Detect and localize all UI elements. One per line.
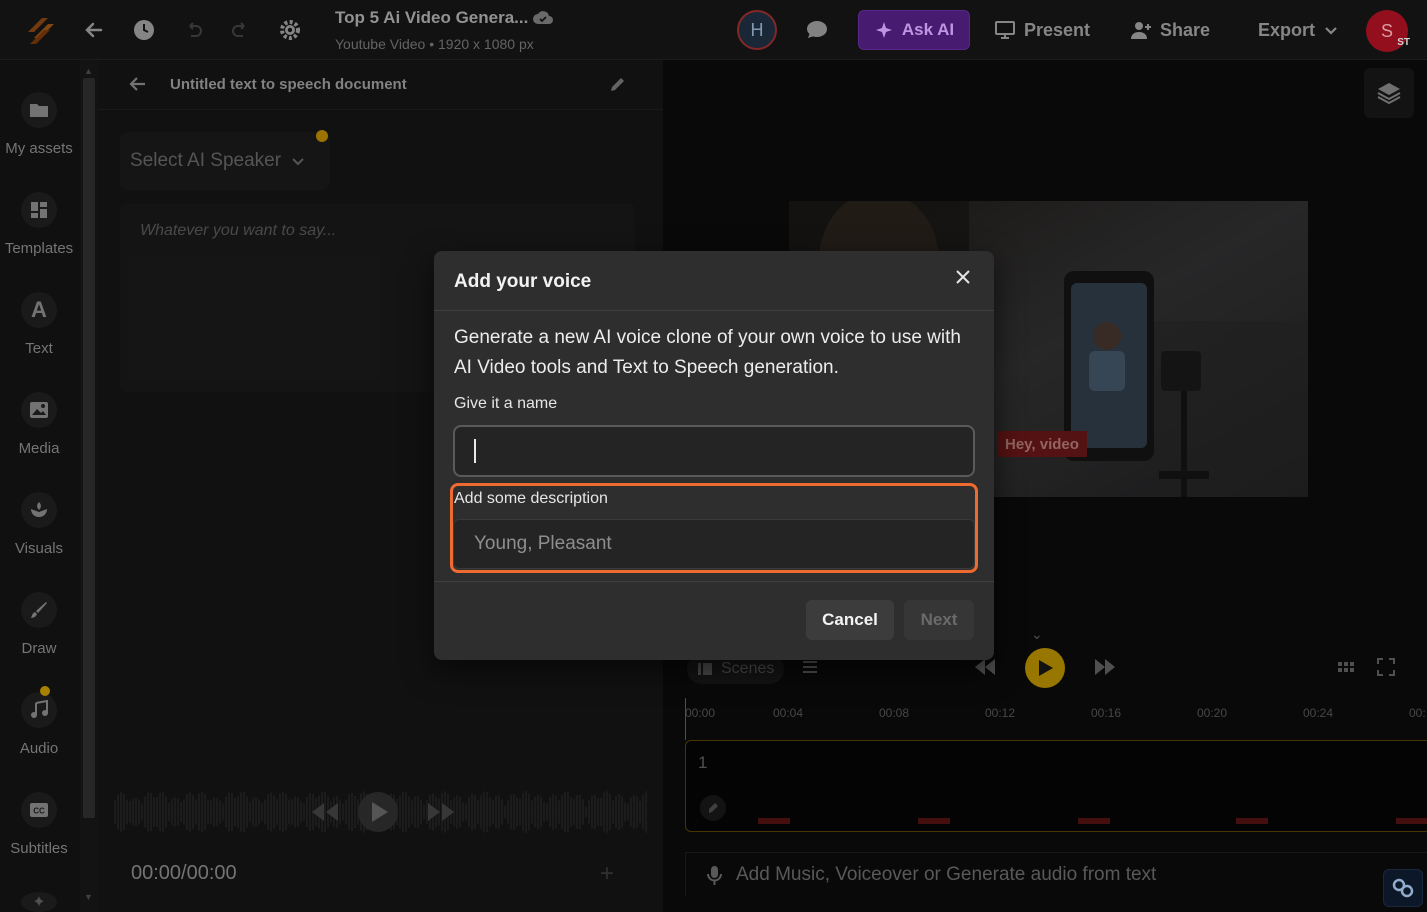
voice-name-input[interactable] [453,425,975,477]
text-caret [474,439,476,463]
next-button[interactable]: Next [904,600,974,640]
dialog-description: Generate a new AI voice clone of your ow… [454,327,961,378]
add-voice-dialog: Add your voice Generate a new AI voice c… [434,251,994,660]
close-icon[interactable] [949,263,977,291]
description-field-label: Add some description [454,490,608,507]
name-field-label: Give it a name [454,395,558,412]
voice-description-input[interactable] [453,519,975,569]
dialog-header: Add your voice [434,251,994,311]
dialog-title: Add your voice [454,271,592,292]
dialog-divider [434,581,994,582]
cancel-button[interactable]: Cancel [806,600,894,640]
